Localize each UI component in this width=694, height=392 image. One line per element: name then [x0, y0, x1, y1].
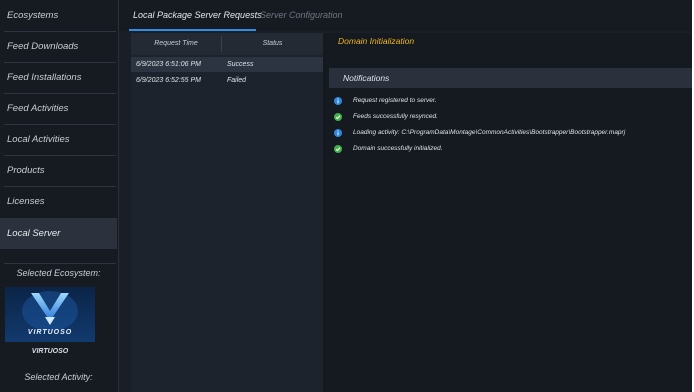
sidebar-item-ecosystems[interactable]: Ecosystems — [0, 0, 117, 31]
tab-bar: Local Package Server Requests Server Con… — [119, 0, 692, 31]
table-row[interactable]: 6/9/2023 6:52:55 PM Failed — [131, 73, 323, 88]
sidebar-item-feed-installations[interactable]: Feed Installations — [0, 62, 117, 93]
app-window: Ecosystems Feed Downloads Feed Installat… — [0, 0, 692, 392]
sidebar-item-local-activities[interactable]: Local Activities — [0, 124, 117, 155]
request-detail-panel: Domain Initialization Notifications Requ… — [326, 33, 692, 392]
selected-activity-label: Selected Activity: — [24, 372, 93, 382]
tab-server-configuration[interactable]: Server Configuration — [260, 0, 343, 31]
notifications-title: Notifications — [343, 73, 390, 83]
sidebar-divider — [4, 263, 116, 264]
requests-table-header: Request Time Status — [131, 33, 323, 55]
notification-item: Feeds successfully resynced. — [326, 111, 692, 125]
column-header-request-time[interactable]: Request Time — [131, 33, 221, 55]
info-icon — [334, 129, 342, 137]
request-status-cell: Success — [227, 61, 254, 68]
sidebar-item-licenses[interactable]: Licenses — [0, 186, 117, 217]
notification-text: Feeds successfully resynced. — [353, 113, 438, 120]
request-time-cell: 6/9/2023 6:52:55 PM — [136, 77, 201, 84]
active-tab-indicator — [129, 29, 256, 31]
notification-text: Domain successfully initialized. — [353, 145, 443, 152]
request-status-cell: Failed — [227, 77, 247, 84]
notification-item: Request registered to server. — [326, 95, 692, 109]
check-icon — [334, 145, 342, 153]
notification-item: Domain successfully initialized. — [326, 143, 692, 157]
ecosystem-name: VIRTUOSO — [31, 348, 69, 355]
notifications-header: Notifications — [329, 68, 692, 88]
notification-text: Request registered to server. — [353, 97, 437, 104]
notification-text: Loading activity: C:\ProgramData\Montage… — [353, 129, 626, 136]
sidebar-item-feed-downloads[interactable]: Feed Downloads — [0, 31, 117, 62]
sidebar-item-feed-activities[interactable]: Feed Activities — [0, 93, 117, 124]
check-icon — [334, 113, 342, 121]
tab-local-package-server-requests[interactable]: Local Package Server Requests — [133, 0, 262, 31]
selected-ecosystem-label: Selected Ecosystem: — [16, 268, 101, 278]
sidebar-item-local-server[interactable]: Local Server — [0, 218, 117, 249]
ecosystem-logo[interactable]: VIRTUOSO — [5, 287, 95, 342]
notification-item: Loading activity: C:\ProgramData\Montage… — [326, 127, 692, 141]
sidebar-item-products[interactable]: Products — [0, 155, 117, 186]
main-panel: Local Package Server Requests Server Con… — [119, 0, 692, 392]
table-row[interactable]: 6/9/2023 6:51:06 PM Success — [131, 57, 323, 72]
detail-title: Domain Initialization — [338, 36, 415, 46]
requests-table: Request Time Status 6/9/2023 6:51:06 PM … — [131, 33, 323, 392]
request-time-cell: 6/9/2023 6:51:06 PM — [136, 61, 201, 68]
sidebar: Ecosystems Feed Downloads Feed Installat… — [0, 0, 119, 392]
logo-wordmark: VIRTUOSO — [27, 329, 73, 336]
column-header-status[interactable]: Status — [222, 33, 323, 55]
info-icon — [334, 97, 342, 105]
